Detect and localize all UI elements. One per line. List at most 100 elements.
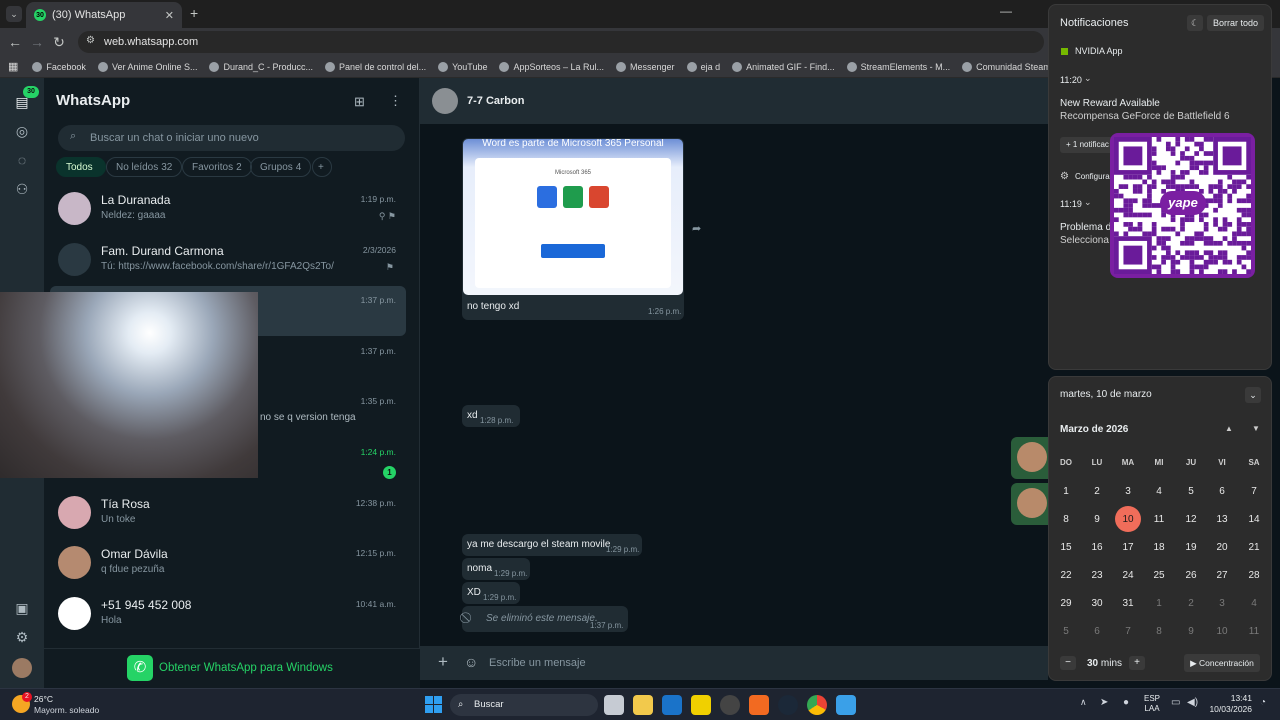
calendar-day[interactable]: 8 [1053,506,1079,532]
channels-icon[interactable]: ◌ [12,150,32,170]
message-input[interactable]: Escribe un mensaje [489,657,586,669]
forward-icon[interactable]: ➦ [692,222,701,235]
chat-bubble-avatar[interactable] [1011,483,1051,525]
calendar-day[interactable]: 26 [1178,562,1204,588]
weather-temp[interactable]: 26°C [34,694,53,704]
calendar-day[interactable]: 15 [1053,534,1079,560]
outlook-icon[interactable] [662,695,682,715]
calendar-day[interactable]: 20 [1209,534,1235,560]
bookmark-item[interactable]: Durand_C - Producc... [203,61,319,72]
address-bar[interactable]: ⚙ web.whatsapp.com [78,31,1044,53]
forward-button[interactable]: → [26,31,48,53]
steam-icon[interactable] [778,695,798,715]
chat-bubble-avatar[interactable] [1011,437,1051,479]
bookmark-item[interactable]: Messenger [610,61,681,72]
bookmark-item[interactable]: Facebook [26,61,92,72]
contact-avatar[interactable] [432,88,458,114]
calendar-day[interactable]: 21 [1241,534,1267,560]
close-tab-icon[interactable]: ✕ [165,9,174,22]
image-message[interactable]: Word es parte de Microsoft 365 Personal … [462,138,684,320]
calendar-day[interactable]: 1 [1146,590,1172,616]
calendar-day[interactable]: 7 [1241,478,1267,504]
chat-row[interactable]: +51 945 452 008 Hola 10:41 a.m. [50,590,406,640]
filter-chip[interactable]: Favoritos 2 [182,157,252,177]
bookmark-item[interactable]: Animated GIF - Find... [726,61,841,72]
add-filter-button[interactable]: + [312,157,332,177]
sticker-icon[interactable]: ☺ [464,654,478,670]
status-icon[interactable]: ◎ [12,121,32,141]
notification-title[interactable]: Problema de [1060,222,1117,233]
taskbar-search[interactable]: ⌕ Buscar [450,694,598,716]
calendar-day[interactable]: 9 [1178,618,1204,644]
message-bubble[interactable]: noma 1:29 p.m. [462,558,530,580]
calendar-day[interactable]: 28 [1241,562,1267,588]
hidden-icons-chevron[interactable]: ∧ [1080,697,1087,708]
deleted-message-bubble[interactable]: ⃠ Se eliminó este mensaje. 1:37 p.m. [462,606,628,632]
chat-row[interactable]: Omar Dávila q fdue pezuña 12:15 p.m. [50,539,406,589]
calendar-day[interactable]: 17 [1115,534,1141,560]
calendar-day[interactable]: 19 [1178,534,1204,560]
contact-name[interactable]: 7-7 Carbon [467,95,524,107]
message-bubble[interactable]: XD 1:29 p.m. [462,582,520,604]
calendar-day[interactable]: 31 [1115,590,1141,616]
focus-minus-button[interactable]: − [1060,656,1076,670]
bookmark-item[interactable]: Ver Anime Online S... [92,61,204,72]
calendar-day[interactable]: 29 [1053,590,1079,616]
focus-start-button[interactable]: ▶ Concentración [1184,654,1260,672]
calendar-day[interactable]: 10 [1115,506,1141,532]
calendar-day[interactable]: 3 [1209,590,1235,616]
start-button[interactable] [425,696,442,713]
more-notifications-button[interactable]: + 1 notificac [1060,137,1115,153]
calendar-day[interactable]: 4 [1241,590,1267,616]
calendar-day[interactable]: 25 [1146,562,1172,588]
calendar-day[interactable]: 30 [1084,590,1110,616]
focus-plus-button[interactable]: + [1129,656,1145,670]
search-input[interactable]: ⌕ Buscar un chat o iniciar uno nuevo [58,125,405,151]
calendar-day[interactable]: 11 [1241,618,1267,644]
reload-button[interactable]: ↻ [48,31,70,53]
calendar-day[interactable]: 24 [1115,562,1141,588]
tab-search-button[interactable]: ⌄ [6,6,22,22]
back-button[interactable]: ← [4,31,26,53]
message-bubble[interactable]: xd 1:28 p.m. [462,405,520,427]
filter-chip[interactable]: No leídos 32 [106,157,183,177]
chevron-down-icon[interactable]: ⌄ [1084,73,1092,84]
tray-app-icon[interactable]: ➤ [1100,697,1108,708]
next-month-button[interactable]: ▼ [1252,424,1260,433]
do-not-disturb-icon[interactable]: ☾ [1187,15,1203,31]
calendar-day[interactable]: 6 [1084,618,1110,644]
calendar-day[interactable]: 3 [1115,478,1141,504]
bookmark-item[interactable]: eja d [681,61,727,72]
notifications-bell-icon[interactable]: ◔ [1260,697,1266,708]
file-explorer-icon[interactable] [633,695,653,715]
new-chat-icon[interactable]: ⊞ [354,94,365,110]
calendar-day[interactable]: 23 [1084,562,1110,588]
calendar-day[interactable]: 5 [1178,478,1204,504]
calendar-day[interactable]: 16 [1084,534,1110,560]
bookmark-item[interactable]: Panel de control del... [319,61,432,72]
bookmark-item[interactable]: AppSorteos – La Rul... [493,61,610,72]
chat-row[interactable]: Fam. Durand Carmona Tú: https://www.faceb… [50,236,406,286]
calendar-day[interactable]: 11 [1146,506,1172,532]
media-icon[interactable]: ▣ [12,598,32,618]
calendar-day[interactable]: 10 [1209,618,1235,644]
profile-avatar[interactable] [12,658,32,678]
calendar-day[interactable]: 9 [1084,506,1110,532]
calendar-day[interactable]: 2 [1178,590,1204,616]
new-tab-button[interactable]: + [190,5,198,21]
clear-all-button[interactable]: Borrar todo [1207,15,1265,31]
brave-icon[interactable] [749,695,769,715]
chat-row[interactable]: La Duranada Neldez: gaaaa 1:19 p.m. ⚲ ⚑ [50,185,406,235]
calendar-day[interactable]: 4 [1146,478,1172,504]
bookmark-item[interactable]: StreamElements - M... [841,61,957,72]
previous-month-button[interactable]: ▲ [1225,424,1233,433]
obs-icon[interactable] [720,695,740,715]
calendar-day[interactable]: 6 [1209,478,1235,504]
calendar-day[interactable]: 18 [1146,534,1172,560]
attach-plus-icon[interactable]: + [438,652,448,672]
site-info-icon[interactable]: ⚙ [86,35,95,46]
calendar-day[interactable]: 2 [1084,478,1110,504]
clock[interactable]: 13:41 10/03/2026 [1206,693,1252,715]
task-view-icon[interactable] [604,695,624,715]
network-icon[interactable]: ▭ [1171,697,1180,708]
